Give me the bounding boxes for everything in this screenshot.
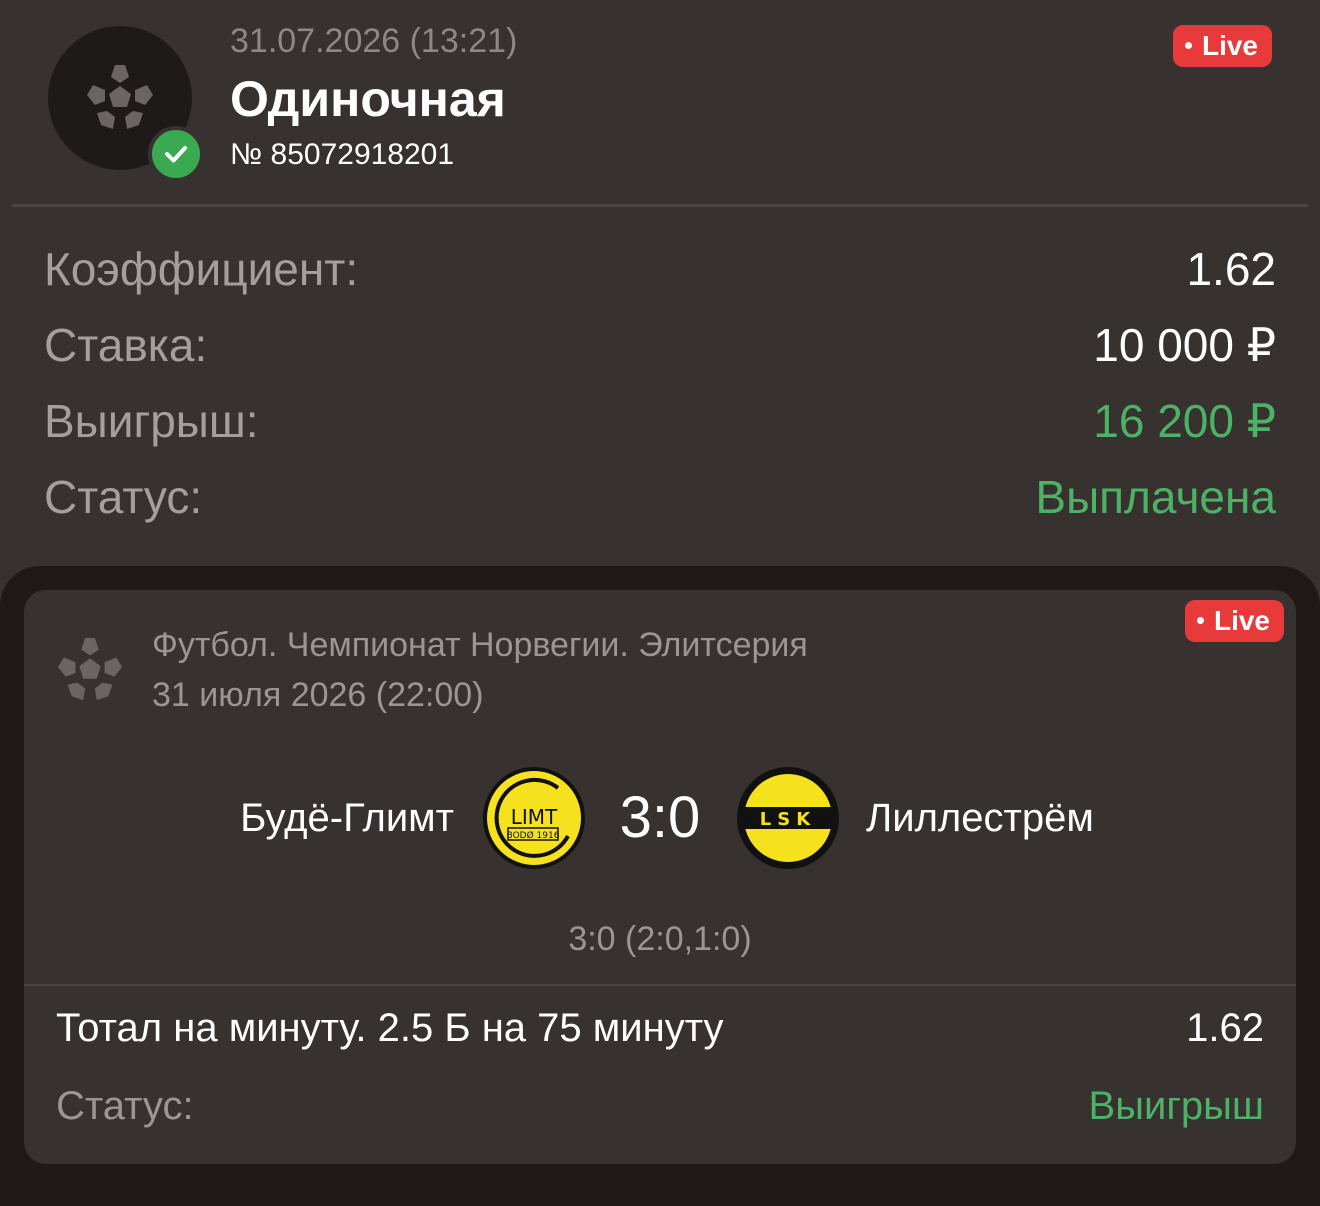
soccer-ball-icon xyxy=(87,65,153,129)
live-badge-label: Live xyxy=(1201,30,1258,61)
status-label: Статус: xyxy=(44,471,203,523)
bet-type-title: Одиночная xyxy=(230,71,506,127)
home-team-logo: LIMT BODØ 1916 xyxy=(483,767,585,869)
home-logo-text: LIMT xyxy=(511,805,558,829)
divider xyxy=(12,204,1308,207)
match-date: 31 июля 2026 (22:00) xyxy=(152,676,484,714)
check-icon xyxy=(165,146,187,163)
match-score: 3:0 xyxy=(619,785,701,850)
home-logo-subtext: BODØ 1916 xyxy=(507,830,560,841)
selection-status-label: Статус: xyxy=(56,1084,194,1128)
selection-status-value: Выигрыш xyxy=(1088,1084,1264,1128)
odds-label: Коэффициент: xyxy=(44,243,359,295)
stake-label: Ставка: xyxy=(44,319,208,371)
soccer-ball-icon xyxy=(57,637,123,701)
win-label: Выигрыш: xyxy=(44,395,259,447)
odds-value: 1.62 xyxy=(1186,243,1276,295)
away-logo-text: LSK xyxy=(760,809,816,830)
status-value: Выплачена xyxy=(1035,471,1276,523)
home-team-name: Будё-Глимт xyxy=(240,796,454,840)
live-dot-icon xyxy=(1184,41,1192,49)
bet-datetime: 31.07.2026 (13:21) xyxy=(230,22,518,60)
win-value: 16 200 ₽ xyxy=(1093,395,1276,447)
score-detail: 3:0 (2:0,1:0) xyxy=(568,920,752,958)
check-badge xyxy=(148,126,204,182)
away-team-name: Лиллестрём xyxy=(866,796,1094,840)
live-badge-label: Live xyxy=(1213,605,1270,636)
away-team-logo: LSK xyxy=(737,767,839,869)
divider xyxy=(24,984,1296,986)
stake-value: 10 000 ₽ xyxy=(1093,319,1276,371)
live-dot-icon xyxy=(1196,616,1204,624)
bet-number: № 85072918201 xyxy=(230,138,455,171)
event-live-badge: Live xyxy=(1184,600,1284,642)
selection-odds: 1.62 xyxy=(1186,1006,1264,1050)
league-name: Футбол. Чемпионат Норвегии. Элитсерия xyxy=(152,626,808,664)
market-name: Тотал на минуту. 2.5 Б на 75 минуту xyxy=(56,1006,724,1050)
live-badge: Live xyxy=(1172,25,1272,67)
